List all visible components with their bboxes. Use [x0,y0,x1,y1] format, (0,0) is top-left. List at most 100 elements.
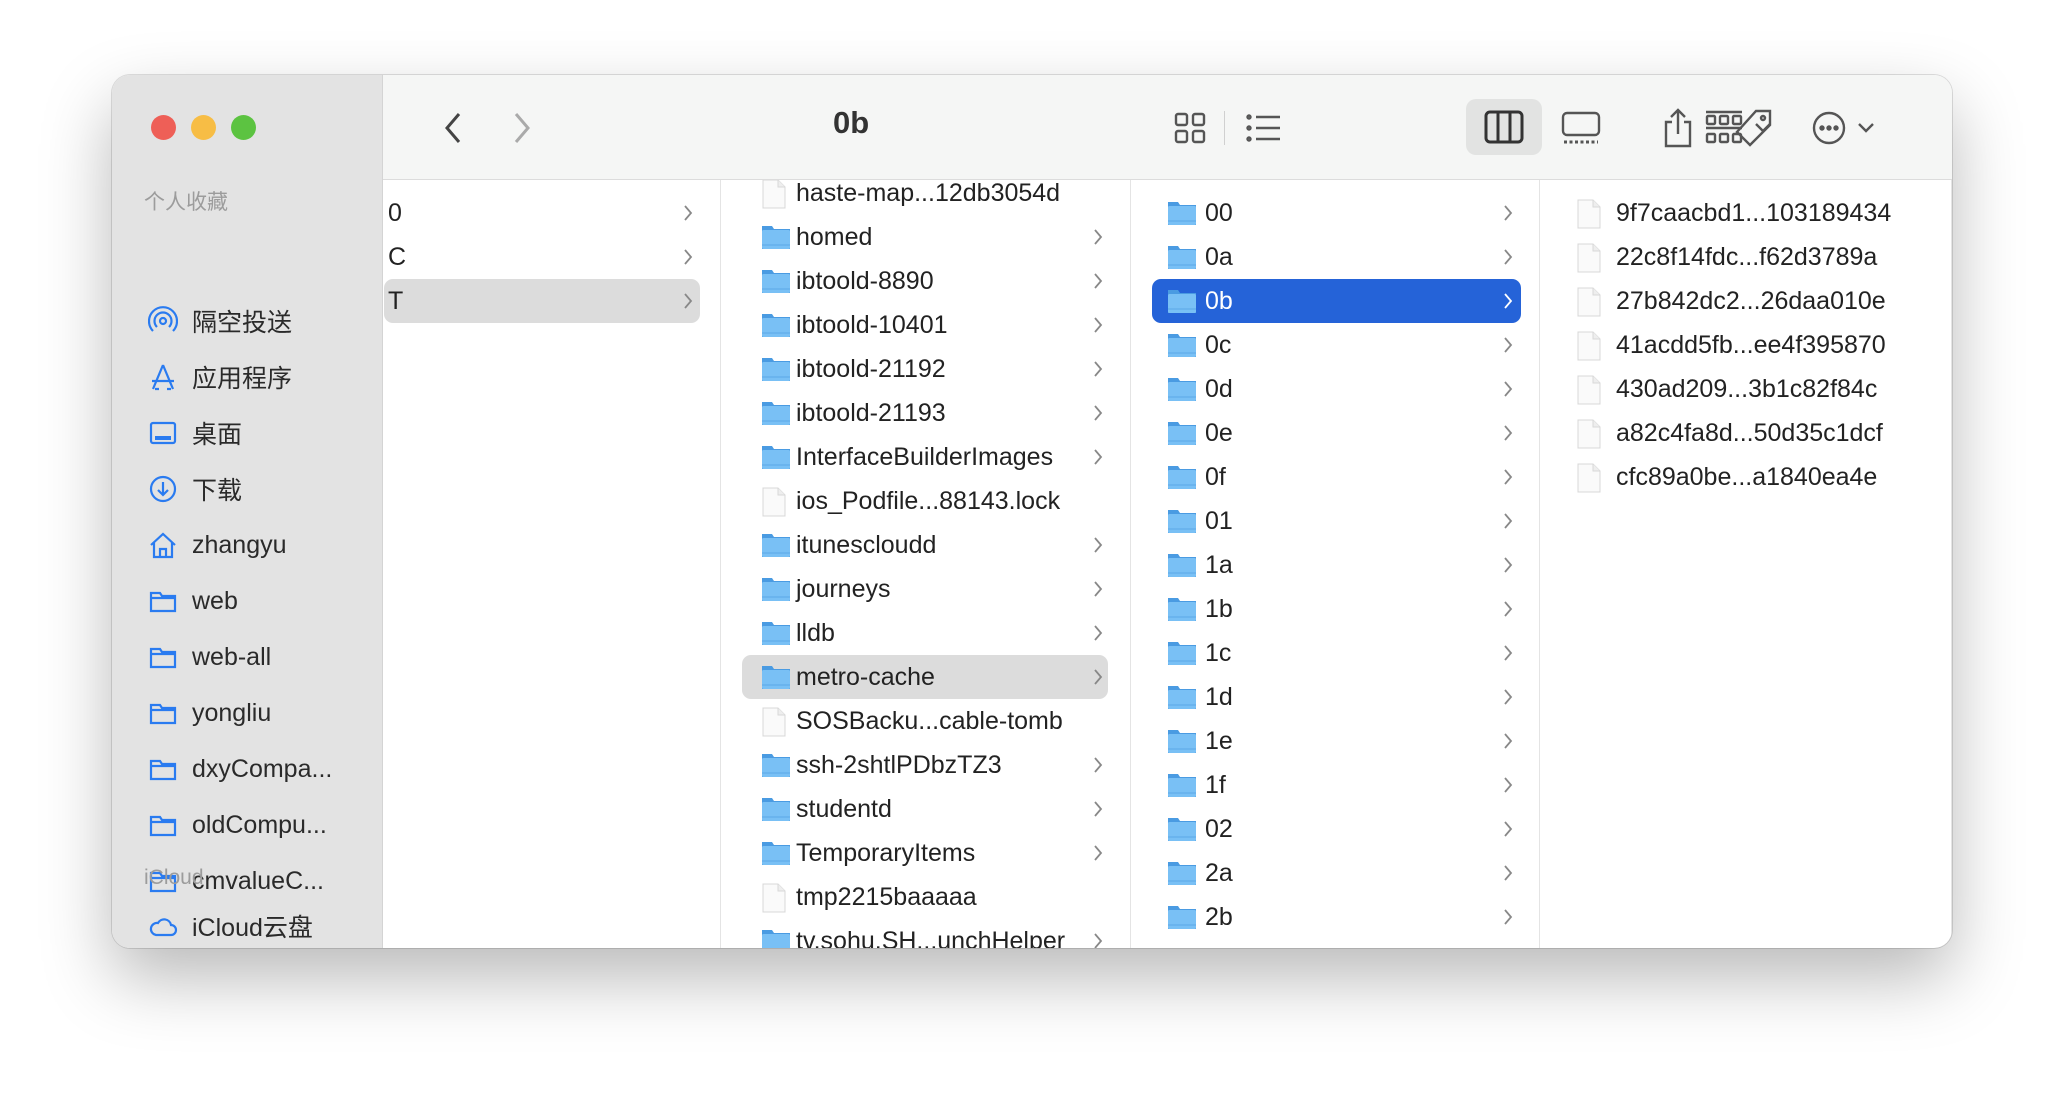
folder-row[interactable]: 1c [1131,631,1539,675]
file-row[interactable]: 430ad209...3b1c82f84c [1540,367,1951,411]
chevron-right-icon [1504,513,1513,529]
file-row[interactable]: a82c4fa8d...50d35c1dcf [1540,411,1951,455]
item-name: 9f7caacbd1...103189434 [1616,198,1892,227]
folder-icon [762,666,790,689]
chevron-right-icon [1504,381,1513,397]
folder-row[interactable]: 0e [1131,411,1539,455]
folder-row[interactable]: 0a [1131,235,1539,279]
back-button[interactable] [433,75,473,180]
folder-row[interactable]: 0d [1131,367,1539,411]
sidebar-item-oldcompu[interactable]: oldCompu... [148,800,327,850]
sidebar-item-label: cmvalueC... [192,866,324,895]
folder-row[interactable]: homed [721,215,1130,259]
file-row[interactable]: SOSBacku...cable-tomb [721,699,1130,743]
folder-row[interactable]: ibtoold-21193 [721,391,1130,435]
item-name: cfc89a0be...a1840ea4e [1616,462,1878,491]
file-row[interactable]: 41acdd5fb...ee4f395870 [1540,323,1951,367]
file-row[interactable]: ios_Podfile...88143.lock [721,479,1130,523]
folder-row[interactable]: 0c [1131,323,1539,367]
folder-row[interactable]: ibtoold-8890 [721,259,1130,303]
chevron-right-icon [1504,645,1513,661]
sidebar-item[interactable]: 应用程序 [148,352,292,402]
item-name: ibtoold-10401 [796,310,948,339]
folder-row[interactable]: 02 [1131,807,1539,851]
sidebar-item-label: web [192,586,238,615]
sidebar: 个人收藏 隔空投送应用程序桌面下载 zhangyu web web-all yongli… [112,75,383,948]
close-button[interactable] [151,115,176,140]
file-row[interactable]: 27b842dc2...26daa010e [1540,279,1951,323]
item-name: 22c8f14fdc...f62d3789a [1616,242,1878,271]
sidebar-item[interactable]: 隔空投送 [148,296,292,346]
folder-row[interactable]: 0b [1152,279,1521,323]
item-name: 1f [1205,770,1226,799]
folder-row[interactable]: itunescloudd [721,523,1130,567]
folder-icon [762,578,790,601]
folder-row[interactable]: ibtoold-21192 [721,347,1130,391]
favorites-header: 个人收藏 [144,191,228,214]
folder-row[interactable]: 1d [1131,675,1539,719]
minimize-button[interactable] [191,115,216,140]
file-row[interactable]: cfc89a0be...a1840ea4e [1540,455,1951,499]
folder-row[interactable]: studentd [721,787,1130,831]
folder-row[interactable]: 00 [1131,191,1539,235]
column-view-icon [1484,110,1524,144]
sidebar-item-icloud[interactable]: iCloud云盘 [148,901,313,948]
sidebar-item-web[interactable]: web [148,576,238,626]
chevron-right-icon [684,205,693,221]
folder-icon [1168,290,1196,313]
folder-row[interactable]: 01 [1131,499,1539,543]
folder-row[interactable]: journeys [721,567,1130,611]
folder-row[interactable]: 2b [1131,895,1539,939]
gallery-view-button[interactable] [1557,75,1605,180]
item-name: metro-cache [796,662,935,691]
folder-row[interactable]: InterfaceBuilderImages [721,435,1130,479]
more-button[interactable] [1803,75,1883,180]
chevron-right-icon [1094,757,1103,773]
item-name: ssh-2shtlPDbzTZ3 [796,750,1002,779]
sidebar-item-weball[interactable]: web-all [148,632,271,682]
folder-row[interactable]: T [384,279,700,323]
folder-row[interactable]: 1b [1131,587,1539,631]
chevron-right-icon [1094,229,1103,245]
folder-row[interactable]: C [383,235,720,279]
file-row[interactable]: 22c8f14fdc...f62d3789a [1540,235,1951,279]
folder-row[interactable]: tv.sohu.SH...unchHelper [721,919,1130,948]
zoom-button[interactable] [231,115,256,140]
folder-icon [1168,422,1196,445]
folder-row[interactable]: 1e [1131,719,1539,763]
folder-row[interactable]: ibtoold-10401 [721,303,1130,347]
folder-icon [762,930,790,948]
sidebar-item-zhangyu[interactable]: zhangyu [148,520,287,570]
forward-button[interactable] [502,75,542,180]
browser-column: 9f7caacbd1...103189434 22c8f14fdc...f62d3… [1540,180,1952,948]
file-row[interactable]: 9f7caacbd1...103189434 [1540,191,1951,235]
item-name: 1c [1205,638,1232,667]
sidebar-item-yongliu[interactable]: yongliu [148,688,271,738]
share-button[interactable] [1658,75,1698,180]
icon-view-button[interactable] [1168,75,1212,180]
folder-row[interactable]: TemporaryItems [721,831,1130,875]
folder-icon [1168,906,1196,929]
folder-row[interactable]: 0 [383,191,720,235]
folder-row[interactable]: 0f [1131,455,1539,499]
folder-row[interactable]: ssh-2shtlPDbzTZ3 [721,743,1130,787]
tag-button[interactable] [1733,75,1775,180]
file-row[interactable]: tmp2215baaaaa [721,875,1130,919]
file-row[interactable]: haste-map...12db3054d [721,180,1130,215]
chevron-right-icon [1094,405,1103,421]
folder-row[interactable]: 2a [1131,851,1539,895]
sidebar-item-label: 隔空投送 [192,309,293,337]
sidebar-item[interactable]: 下载 [148,464,242,514]
column-view-button[interactable] [1466,99,1542,155]
sidebar-item-dxycompa[interactable]: dxyCompa... [148,744,332,794]
folder-row[interactable]: lldb [721,611,1130,655]
folder-row[interactable]: 1f [1131,763,1539,807]
folder-icon [1168,202,1196,225]
folder-icon [1168,246,1196,269]
item-name: studentd [796,794,892,823]
list-view-button[interactable] [1242,75,1286,180]
folder-row[interactable]: 1a [1131,543,1539,587]
item-name: 0f [1205,462,1226,491]
sidebar-item[interactable]: 桌面 [148,408,242,458]
folder-row[interactable]: metro-cache [742,655,1108,699]
